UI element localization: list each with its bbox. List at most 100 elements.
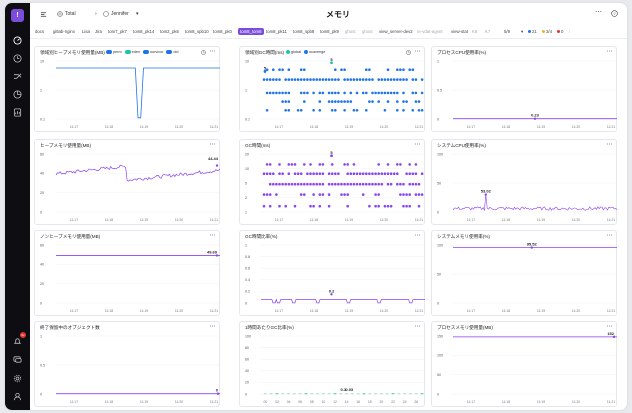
panel-process_mem[interactable]: プロセスメモリ使用量(MB) ⋯ 150 100 50 0 11:17 11:18 11:19 1… <box>431 321 617 407</box>
data-point[interactable] <box>281 172 284 175</box>
tab-2[interactable]: Lisa <box>82 29 90 34</box>
data-point[interactable] <box>318 78 322 81</box>
status-count-gold[interactable]: 3/4 <box>542 29 552 34</box>
data-point[interactable] <box>417 100 421 103</box>
bar[interactable] <box>374 393 377 395</box>
data-point[interactable] <box>343 68 346 71</box>
data-point[interactable] <box>420 109 424 112</box>
panel-gc_ratio[interactable]: GC時間比率(%) ⋯ 1 0.8 0.6 0.4 0.2 0 11:17 11:18 11:19 1… <box>239 230 425 316</box>
tab-4[interactable]: tom7_pk7 <box>108 29 127 34</box>
data-point[interactable] <box>358 182 362 186</box>
data-point[interactable] <box>334 109 337 112</box>
data-point[interactable] <box>262 193 266 196</box>
data-point[interactable] <box>296 109 300 112</box>
data-point[interactable] <box>408 204 411 208</box>
data-point[interactable] <box>303 91 306 95</box>
data-point[interactable] <box>275 193 278 196</box>
data-point[interactable] <box>334 91 337 95</box>
data-point[interactable] <box>365 78 368 81</box>
data-point[interactable] <box>346 163 349 166</box>
data-point[interactable] <box>374 91 377 95</box>
data-point[interactable] <box>399 163 402 166</box>
data-point[interactable] <box>343 109 346 112</box>
bar[interactable] <box>322 393 325 395</box>
data-point[interactable] <box>368 100 371 103</box>
data-point[interactable] <box>299 109 303 112</box>
data-point[interactable] <box>272 182 275 186</box>
clock-icon[interactable] <box>12 53 23 64</box>
data-point[interactable] <box>312 91 315 95</box>
data-point[interactable] <box>318 91 322 95</box>
legend-item[interactable]: global <box>286 50 301 54</box>
data-point[interactable] <box>343 193 346 196</box>
bar[interactable] <box>316 393 319 395</box>
data-point[interactable] <box>355 78 359 81</box>
data-point[interactable] <box>268 91 272 95</box>
panel-menu-icon[interactable]: ⋯ <box>415 141 421 148</box>
data-point[interactable] <box>272 172 275 175</box>
data-point[interactable] <box>417 204 421 208</box>
user-icon[interactable] <box>12 391 23 402</box>
data-point[interactable] <box>349 100 353 103</box>
data-point[interactable] <box>374 172 377 175</box>
data-point[interactable] <box>365 68 368 71</box>
legend-item[interactable]: perm <box>106 50 122 54</box>
data-point[interactable] <box>343 100 346 103</box>
data-point[interactable] <box>355 172 359 175</box>
data-point[interactable] <box>358 78 362 81</box>
data-point[interactable] <box>318 172 322 175</box>
data-point[interactable] <box>327 91 331 95</box>
data-point[interactable] <box>278 182 281 186</box>
data-point[interactable] <box>399 182 402 186</box>
report-icon[interactable] <box>12 107 23 118</box>
data-point[interactable] <box>330 182 334 186</box>
data-point[interactable] <box>281 182 284 186</box>
data-point[interactable] <box>293 182 297 186</box>
data-point[interactable] <box>396 163 399 166</box>
data-point[interactable] <box>402 109 405 112</box>
data-point[interactable] <box>380 91 384 95</box>
data-point[interactable] <box>265 193 269 196</box>
tab-8[interactable]: tom8_pk0 <box>213 29 232 34</box>
data-point[interactable] <box>296 172 300 175</box>
data-point[interactable] <box>334 100 337 103</box>
data-point[interactable] <box>293 78 297 81</box>
chevron-down-icon[interactable]: ▾ <box>136 11 139 17</box>
data-point[interactable] <box>262 172 266 175</box>
data-point[interactable] <box>275 91 278 95</box>
data-point[interactable] <box>349 78 353 81</box>
data-point[interactable] <box>408 193 411 196</box>
bar[interactable] <box>414 393 418 395</box>
data-point[interactable] <box>346 100 349 103</box>
data-point[interactable] <box>312 172 315 175</box>
data-point[interactable] <box>402 78 405 81</box>
bar[interactable] <box>397 393 401 395</box>
chat-icon[interactable] <box>12 354 23 365</box>
data-point[interactable] <box>330 91 334 95</box>
data-point[interactable] <box>368 68 371 71</box>
data-point[interactable] <box>334 78 337 81</box>
data-point[interactable] <box>330 163 334 166</box>
data-point[interactable] <box>303 100 306 103</box>
data-point[interactable] <box>365 172 368 175</box>
data-point[interactable] <box>318 193 322 196</box>
bar[interactable] <box>385 393 389 395</box>
tab-13[interactable]: ghost <box>345 29 356 34</box>
data-point[interactable] <box>262 204 266 208</box>
legend-item[interactable]: scavenge <box>304 50 325 54</box>
data-point[interactable] <box>296 78 300 81</box>
data-point[interactable] <box>383 109 387 112</box>
data-point[interactable] <box>318 163 322 166</box>
tab-1[interactable]: gitlab-nginx <box>53 29 75 34</box>
data-point[interactable] <box>396 172 399 175</box>
panel-finalize[interactable]: 終了保留中のオブジェクト数 ⋯ 1 0.5 0 11:17 11:18 11:19 11:20 1… <box>34 321 220 407</box>
data-point[interactable] <box>411 172 415 175</box>
data-point[interactable] <box>411 182 415 186</box>
bar[interactable] <box>281 393 285 395</box>
data-point[interactable] <box>411 91 415 95</box>
data-point[interactable] <box>371 100 374 103</box>
data-point[interactable] <box>287 78 291 81</box>
data-point[interactable] <box>299 78 303 81</box>
tab-10[interactable]: tom8_pk11 <box>266 29 287 34</box>
bar[interactable] <box>409 393 412 395</box>
